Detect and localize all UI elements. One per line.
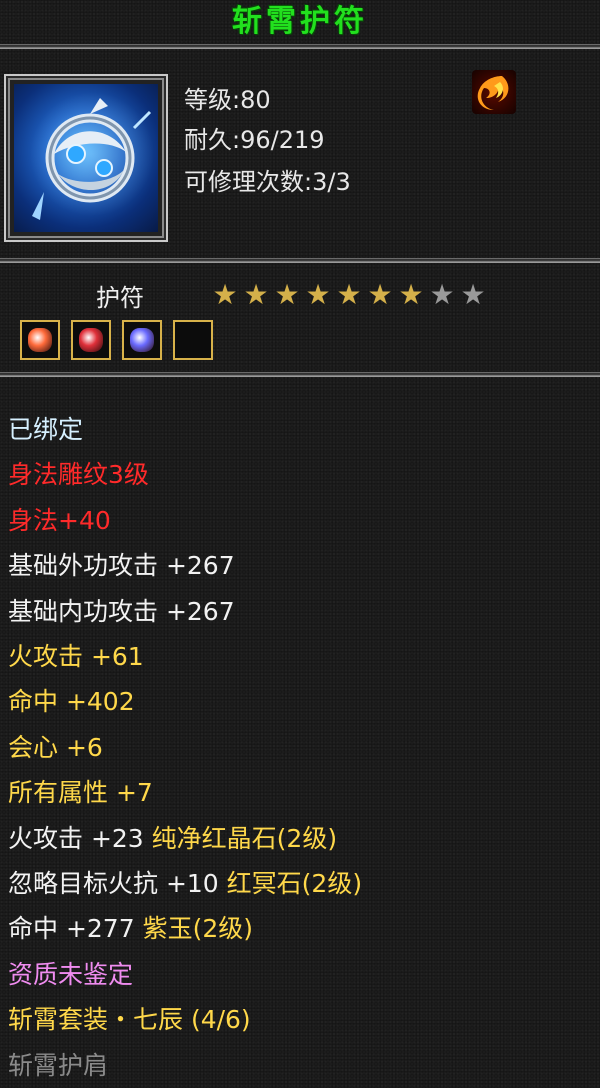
property-line: 火攻击 +23 纯净红晶石(2级) [8,819,337,855]
star-empty-icon: ★ [429,278,455,311]
property-gem-source: 紫玉(2级) [142,914,253,944]
property-line: 身法雕纹3级 [8,455,149,491]
property-text: 命中 +277 [8,914,143,944]
star-filled-icon: ★ [243,278,269,311]
property-gem-source: 红冥石(2级) [226,869,363,898]
star-filled-icon: ★ [367,278,393,311]
star-filled-icon: ★ [305,278,331,311]
property-line: 基础内功攻击 +267 [8,592,235,628]
property-line: 斩霄套装・七辰 (4/6) [8,1000,251,1036]
property-line: 命中 +277 紫玉(2级) [8,909,253,945]
property-text: 命中 +402 [8,687,135,717]
red-nether-gem-icon[interactable] [71,320,111,360]
property-text: 所有属性 +7 [8,778,153,808]
property-text: 基础内功攻击 +267 [8,596,235,626]
property-text: 火攻击 +61 [8,642,144,671]
property-text: 身法+40 [8,505,111,535]
property-line: 基础外功攻击 +267 [8,546,235,582]
property-text: 斩霄套装・七辰 (4/6) [8,1005,251,1035]
durability-stat: 耐久:96/219 [184,126,325,154]
item-icon-frame[interactable] [4,74,168,242]
item-type-label: 护符 [96,284,144,312]
property-line: 火攻击 +61 [8,637,144,673]
star-filled-icon: ★ [212,278,238,311]
property-line: 会心 +6 [8,728,103,764]
property-gem-source: 纯净红晶石(2级) [151,823,338,853]
property-line: 资质未鉴定 [8,955,133,991]
item-name-title: 斩霄护符 [232,4,368,39]
empty-gem-slot[interactable] [173,320,213,360]
property-line: 已绑定 [8,410,83,446]
property-text: 已绑定 [8,415,84,444]
property-text: 斩霄护肩 [8,1050,109,1080]
repair-count-stat: 可修理次数:3/3 [184,168,351,196]
star-filled-icon: ★ [274,278,300,311]
property-text: 资质未鉴定 [8,959,134,989]
red-crystal-gem-icon[interactable] [20,320,60,360]
star-empty-icon: ★ [460,278,486,311]
property-line: 斩霄护肩 [8,1046,108,1082]
property-line: 命中 +402 [8,682,135,718]
property-text: 火攻击 +23 [8,823,152,853]
fire-element-icon [472,70,516,114]
star-filled-icon: ★ [336,278,362,311]
property-line: 身法+40 [8,501,111,537]
property-text: 身法雕纹3级 [8,460,149,490]
top-divider [0,44,600,49]
star-filled-icon: ★ [398,278,424,311]
property-text: 忽略目标火抗 +10 [8,869,227,898]
property-line: 忽略目标火抗 +10 红冥石(2级) [8,864,362,900]
purple-jade-gem-icon[interactable] [122,320,162,360]
property-text: 会心 +6 [8,732,103,762]
mid-divider [0,258,600,263]
property-text: 基础外功攻击 +267 [8,551,235,581]
property-line: 所有属性 +7 [8,773,153,809]
amulet-icon [14,84,158,232]
props-divider [0,372,600,377]
level-stat: 等级:80 [184,86,271,114]
